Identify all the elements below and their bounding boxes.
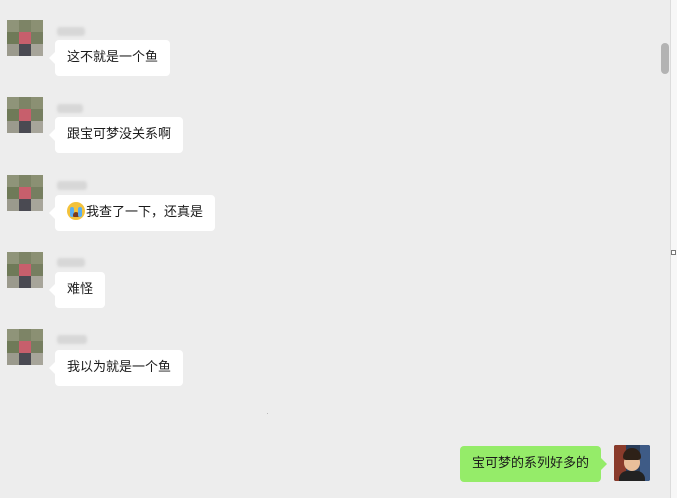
sender-avatar[interactable] — [7, 20, 43, 56]
message-text: 宝可梦的系列好多的 — [471, 456, 589, 471]
message-bubble[interactable]: 我查了一下，还真是 — [48, 195, 216, 231]
loudly-crying-face-emoji-icon — [67, 202, 85, 220]
sender-name-blurred — [57, 258, 85, 267]
message-bubble[interactable]: 跟宝可梦没关系啊 — [48, 117, 184, 153]
message-bubble-outgoing[interactable]: 宝可梦的系列好多的 — [459, 446, 608, 482]
scrollbar-thumb[interactable] — [661, 43, 669, 74]
divider-dot — [267, 413, 268, 414]
scrollbar-track[interactable] — [660, 0, 670, 498]
message-bubble[interactable]: 我以为就是一个鱼 — [48, 350, 184, 386]
message-text: 我以为就是一个鱼 — [67, 360, 172, 375]
message-bubble[interactable]: 难怪 — [48, 272, 106, 308]
message-text: 难怪 — [67, 282, 94, 297]
message-bubble[interactable]: 这不就是一个鱼 — [48, 40, 171, 76]
window-right-border — [670, 0, 677, 498]
message-text: 这不就是一个鱼 — [67, 50, 159, 65]
sender-avatar[interactable] — [7, 175, 43, 211]
chat-message-area[interactable]: 这不就是一个鱼 跟宝可梦没关系啊 我查了一下，还真是 难怪 我以为就是一个鱼 宝… — [0, 0, 670, 498]
sender-avatar[interactable] — [7, 329, 43, 365]
message-text: 我查了一下，还真是 — [86, 205, 204, 220]
resize-handle[interactable] — [671, 250, 676, 255]
sender-avatar[interactable] — [7, 252, 43, 288]
sender-avatar[interactable] — [7, 97, 43, 133]
message-text: 跟宝可梦没关系啊 — [67, 127, 172, 142]
sender-name-blurred — [57, 181, 87, 190]
sender-name-blurred — [57, 27, 85, 36]
my-avatar[interactable] — [614, 445, 650, 481]
sender-name-blurred — [57, 104, 83, 113]
sender-name-blurred — [57, 335, 87, 344]
